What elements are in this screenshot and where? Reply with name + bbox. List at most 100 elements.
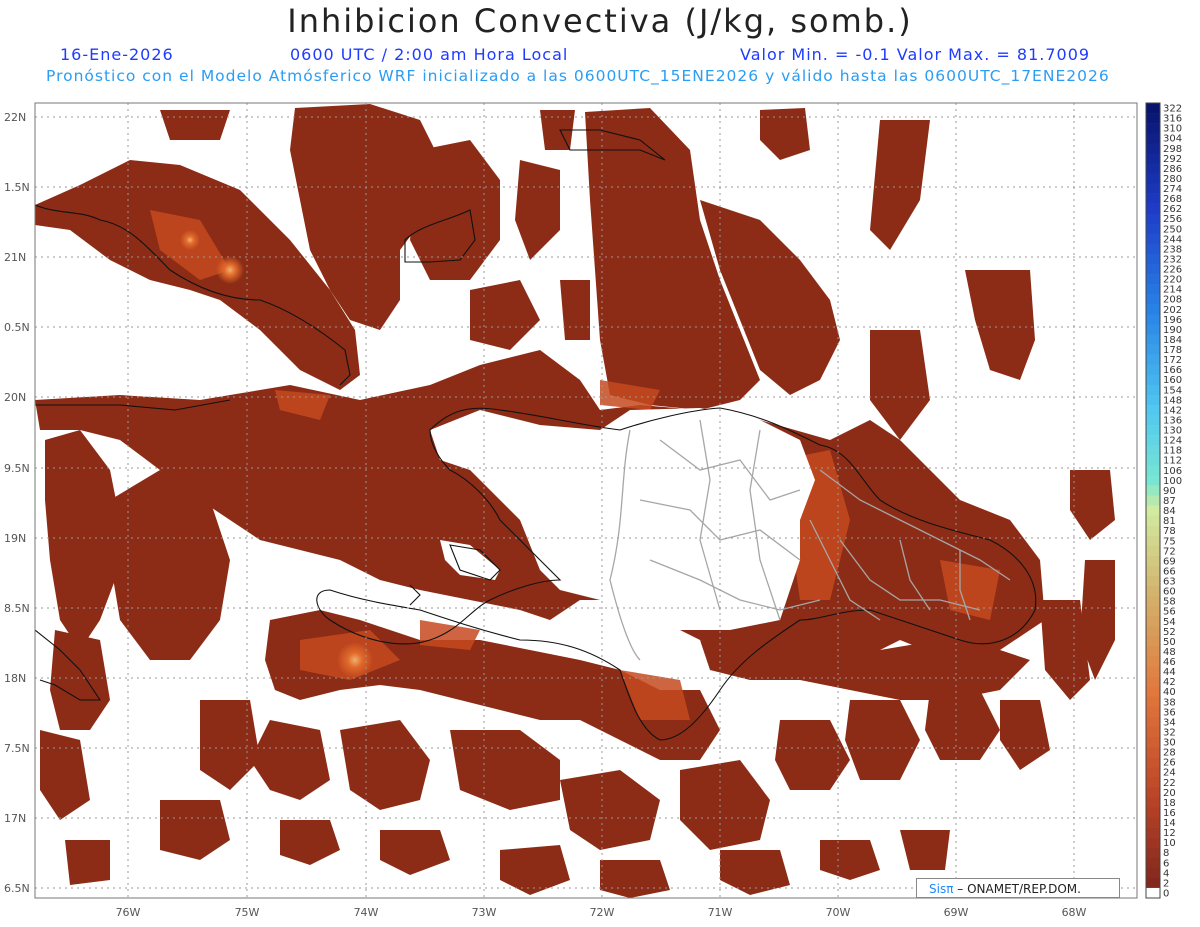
colorbar-swatch [1146,133,1160,144]
colorbar-swatch [1146,686,1160,698]
colorbar-swatch [1146,666,1160,677]
lon-label: 72W [590,906,615,919]
colorbar-swatch [1146,545,1160,557]
colorbar-swatch [1146,103,1160,114]
colorbar-swatch [1146,425,1160,436]
colorbar-swatch [1146,253,1160,265]
colorbar-swatch [1146,294,1160,305]
colorbar-swatch [1146,304,1160,315]
lat-label: 1.5N [4,181,30,194]
lat-label: 8.5N [4,602,30,615]
colorbar-swatch [1146,736,1160,748]
colorbar-swatch [1146,716,1160,728]
colorbar-swatch [1146,284,1160,295]
colorbar-swatch [1146,817,1160,828]
colorbar-swatch [1146,123,1160,134]
colorbar-swatch [1146,264,1160,275]
colorbar-swatch [1146,586,1160,597]
colorbar-swatch [1146,495,1160,506]
colorbar-swatch [1146,435,1160,446]
colorbar-swatch [1146,565,1160,577]
colorbar-swatch [1146,455,1160,466]
colorbar-swatch [1146,646,1160,657]
lat-label: 7.5N [4,742,30,755]
credit-box: Sisπ – ONAMET/REP.DOM. [916,878,1120,898]
colorbar-swatch [1146,344,1160,355]
lon-label: 69W [944,906,969,919]
colorbar: 3223163103042982922862802742682622562502… [1145,102,1182,899]
colorbar-swatch [1146,515,1160,526]
lat-label: 9.5N [4,462,30,475]
colorbar-swatch [1146,575,1160,587]
colorbar-swatch [1146,606,1160,617]
lat-label: 6.5N [4,882,30,895]
colorbar-swatch [1146,394,1160,406]
credit-text: – ONAMET/REP.DOM. [957,882,1081,896]
colorbar-swatch [1146,173,1160,184]
colorbar-swatch [1146,153,1160,164]
colorbar-swatch [1146,747,1160,758]
lat-label: 21N [4,251,26,264]
lon-label: 75W [235,906,260,919]
colorbar-swatch [1146,475,1160,486]
colorbar-swatch [1146,485,1160,496]
colorbar-swatch [1146,726,1160,738]
colorbar-swatch [1146,847,1160,859]
lon-label: 74W [354,906,379,919]
colorbar-swatch [1146,334,1160,345]
colorbar-swatch [1146,807,1160,818]
colorbar-swatch [1146,384,1160,396]
colorbar-swatch [1146,757,1160,768]
lon-label: 76W [116,906,141,919]
colorbar-swatch [1146,555,1160,567]
colorbar-swatch [1146,445,1160,456]
colorbar-swatch [1146,877,1160,889]
colorbar-swatch [1146,827,1160,838]
colorbar-swatch [1146,324,1160,335]
colorbar-swatch [1146,465,1160,476]
lon-label: 70W [826,906,851,919]
colorbar-label: 0 [1163,888,1169,899]
colorbar-swatch [1146,163,1160,174]
colorbar-swatch [1146,374,1160,386]
lat-label: 18N [4,672,26,685]
colorbar-swatch [1146,414,1160,426]
lon-label: 73W [472,906,497,919]
colorbar-swatch [1146,656,1160,667]
colorbar-swatch [1146,525,1160,537]
map-figure: 22N 1.5N 21N 0.5N 20N 9.5N 19N 8.5N 18N … [4,102,1182,919]
colorbar-swatch [1146,203,1160,214]
lat-label: 22N [4,111,26,124]
colorbar-swatch [1146,857,1160,869]
colorbar-swatch [1146,887,1160,899]
colorbar-swatch [1146,213,1160,225]
colorbar-swatch [1146,797,1160,808]
colorbar-swatch [1146,143,1160,154]
colorbar-swatch [1146,113,1160,124]
lat-label: 19N [4,532,26,545]
colorbar-swatch [1146,696,1160,708]
colorbar-swatch [1146,676,1160,687]
lat-label: 20N [4,391,26,404]
colorbar-swatch [1146,626,1160,637]
lon-label: 71W [708,906,733,919]
colorbar-swatch [1146,193,1160,204]
colorbar-swatch [1146,314,1160,325]
colorbar-swatch [1146,183,1160,194]
colorbar-swatch [1146,596,1160,607]
colorbar-swatch [1146,706,1160,718]
colorbar-swatch [1146,636,1160,647]
colorbar-swatch [1146,787,1160,798]
colorbar-swatch [1146,505,1160,516]
colorbar-swatch [1146,867,1160,879]
colorbar-swatch [1146,233,1160,245]
colorbar-swatch [1146,274,1160,285]
lat-label: 17N [4,812,26,825]
colorbar-swatch [1146,616,1160,627]
colorbar-swatch [1146,243,1160,255]
credit-logo: Sisπ [929,882,954,896]
lon-label: 68W [1062,906,1087,919]
colorbar-swatch [1146,404,1160,416]
colorbar-swatch [1146,354,1160,365]
colorbar-swatch [1146,767,1160,778]
